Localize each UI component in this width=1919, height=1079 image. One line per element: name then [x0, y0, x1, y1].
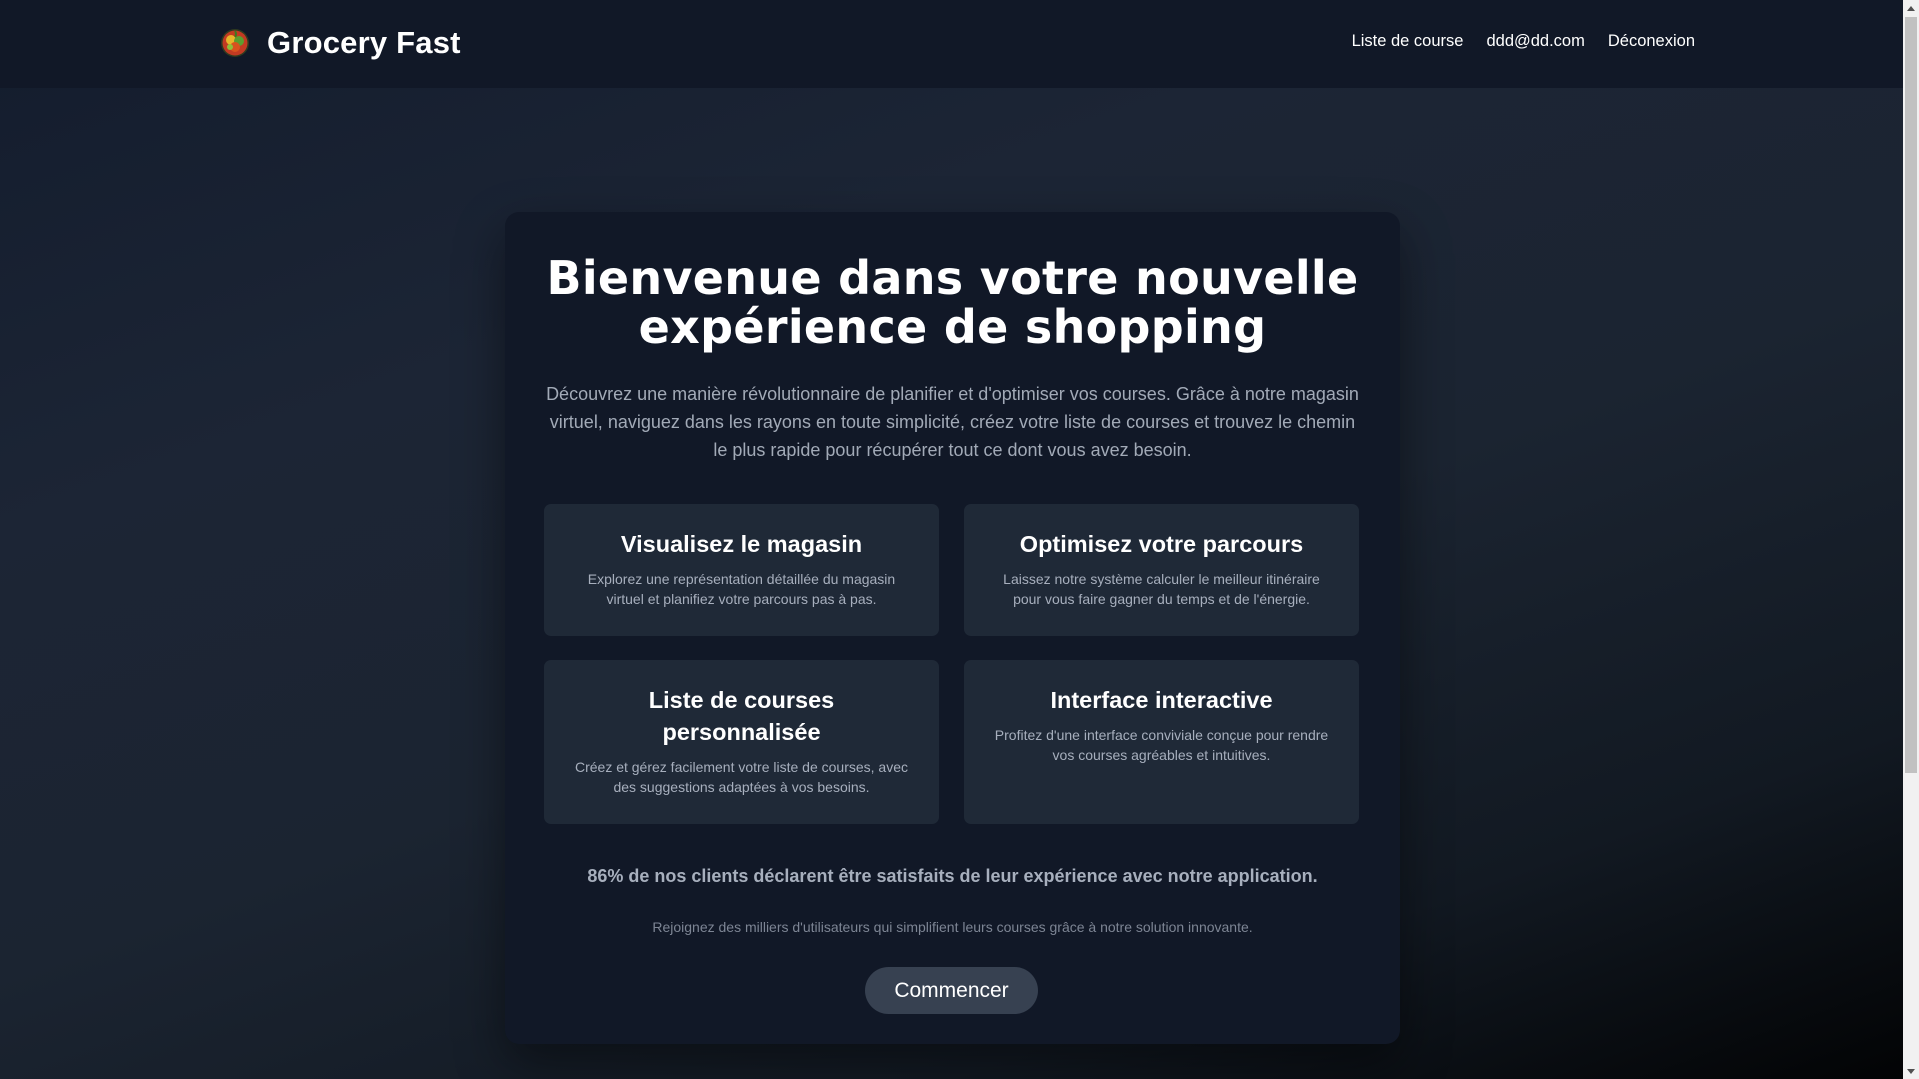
feature-card-interactive-interface: Interface interactive Profitez d'une int… — [964, 660, 1359, 824]
scroll-up-arrow-icon[interactable] — [1903, 0, 1919, 16]
feature-title: Interface interactive — [1050, 687, 1273, 713]
feature-title: Visualisez le magasin — [620, 531, 863, 557]
brand-name: Grocery Fast — [267, 25, 461, 60]
feature-title: Liste de courses personnalisée — [648, 687, 835, 745]
scrollbar-thumb[interactable] — [1905, 17, 1917, 773]
join-subtext: Rejoignez des milliers d'utilisateurs qu… — [652, 919, 1253, 935]
feature-card-shopping-list: Liste de courses personnalisée Créez et … — [544, 660, 939, 824]
feature-card-visualize-store: Visualisez le magasin Explorez une repré… — [544, 504, 939, 636]
brand[interactable]: Grocery Fast — [220, 23, 461, 63]
scroll-down-arrow-icon[interactable] — [1903, 1063, 1919, 1079]
feature-card-optimize-route: Optimisez votre parcours Laissez notre s… — [964, 504, 1359, 636]
satisfaction-stat: 86% de nos clients déclarent être satisf… — [587, 866, 1318, 886]
nav-link-user-email[interactable]: ddd@dd.com — [1486, 32, 1584, 51]
navbar: Grocery Fast Liste de course ddd@dd.com … — [0, 0, 1903, 88]
feature-text: Laissez notre système calculer le meille… — [1003, 571, 1320, 607]
feature-text: Profitez d'une interface conviviale conç… — [994, 727, 1329, 763]
nav-links: Liste de course ddd@dd.com Déconexion — [1329, 32, 1695, 51]
feature-title: Optimisez votre parcours — [1019, 531, 1304, 557]
vertical-scrollbar[interactable] — [1903, 0, 1919, 1079]
feature-text: Créez et gérez facilement votre liste de… — [574, 759, 909, 795]
welcome-card: Bienvenue dans votre nouvelle expérience… — [505, 212, 1400, 1044]
start-button[interactable]: Commencer — [865, 967, 1038, 1014]
fruit-basket-icon — [221, 29, 249, 57]
hero-title: Bienvenue dans votre nouvelle expérience… — [546, 251, 1359, 354]
feature-text: Explorez une représentation détaillée du… — [587, 571, 896, 607]
hero-description: Découvrez une manière révolutionnaire de… — [546, 384, 1359, 460]
page-viewport: Grocery Fast Liste de course ddd@dd.com … — [0, 0, 1903, 1079]
nav-link-logout[interactable]: Déconexion — [1608, 32, 1695, 51]
nav-link-shopping-list[interactable]: Liste de course — [1352, 32, 1464, 51]
